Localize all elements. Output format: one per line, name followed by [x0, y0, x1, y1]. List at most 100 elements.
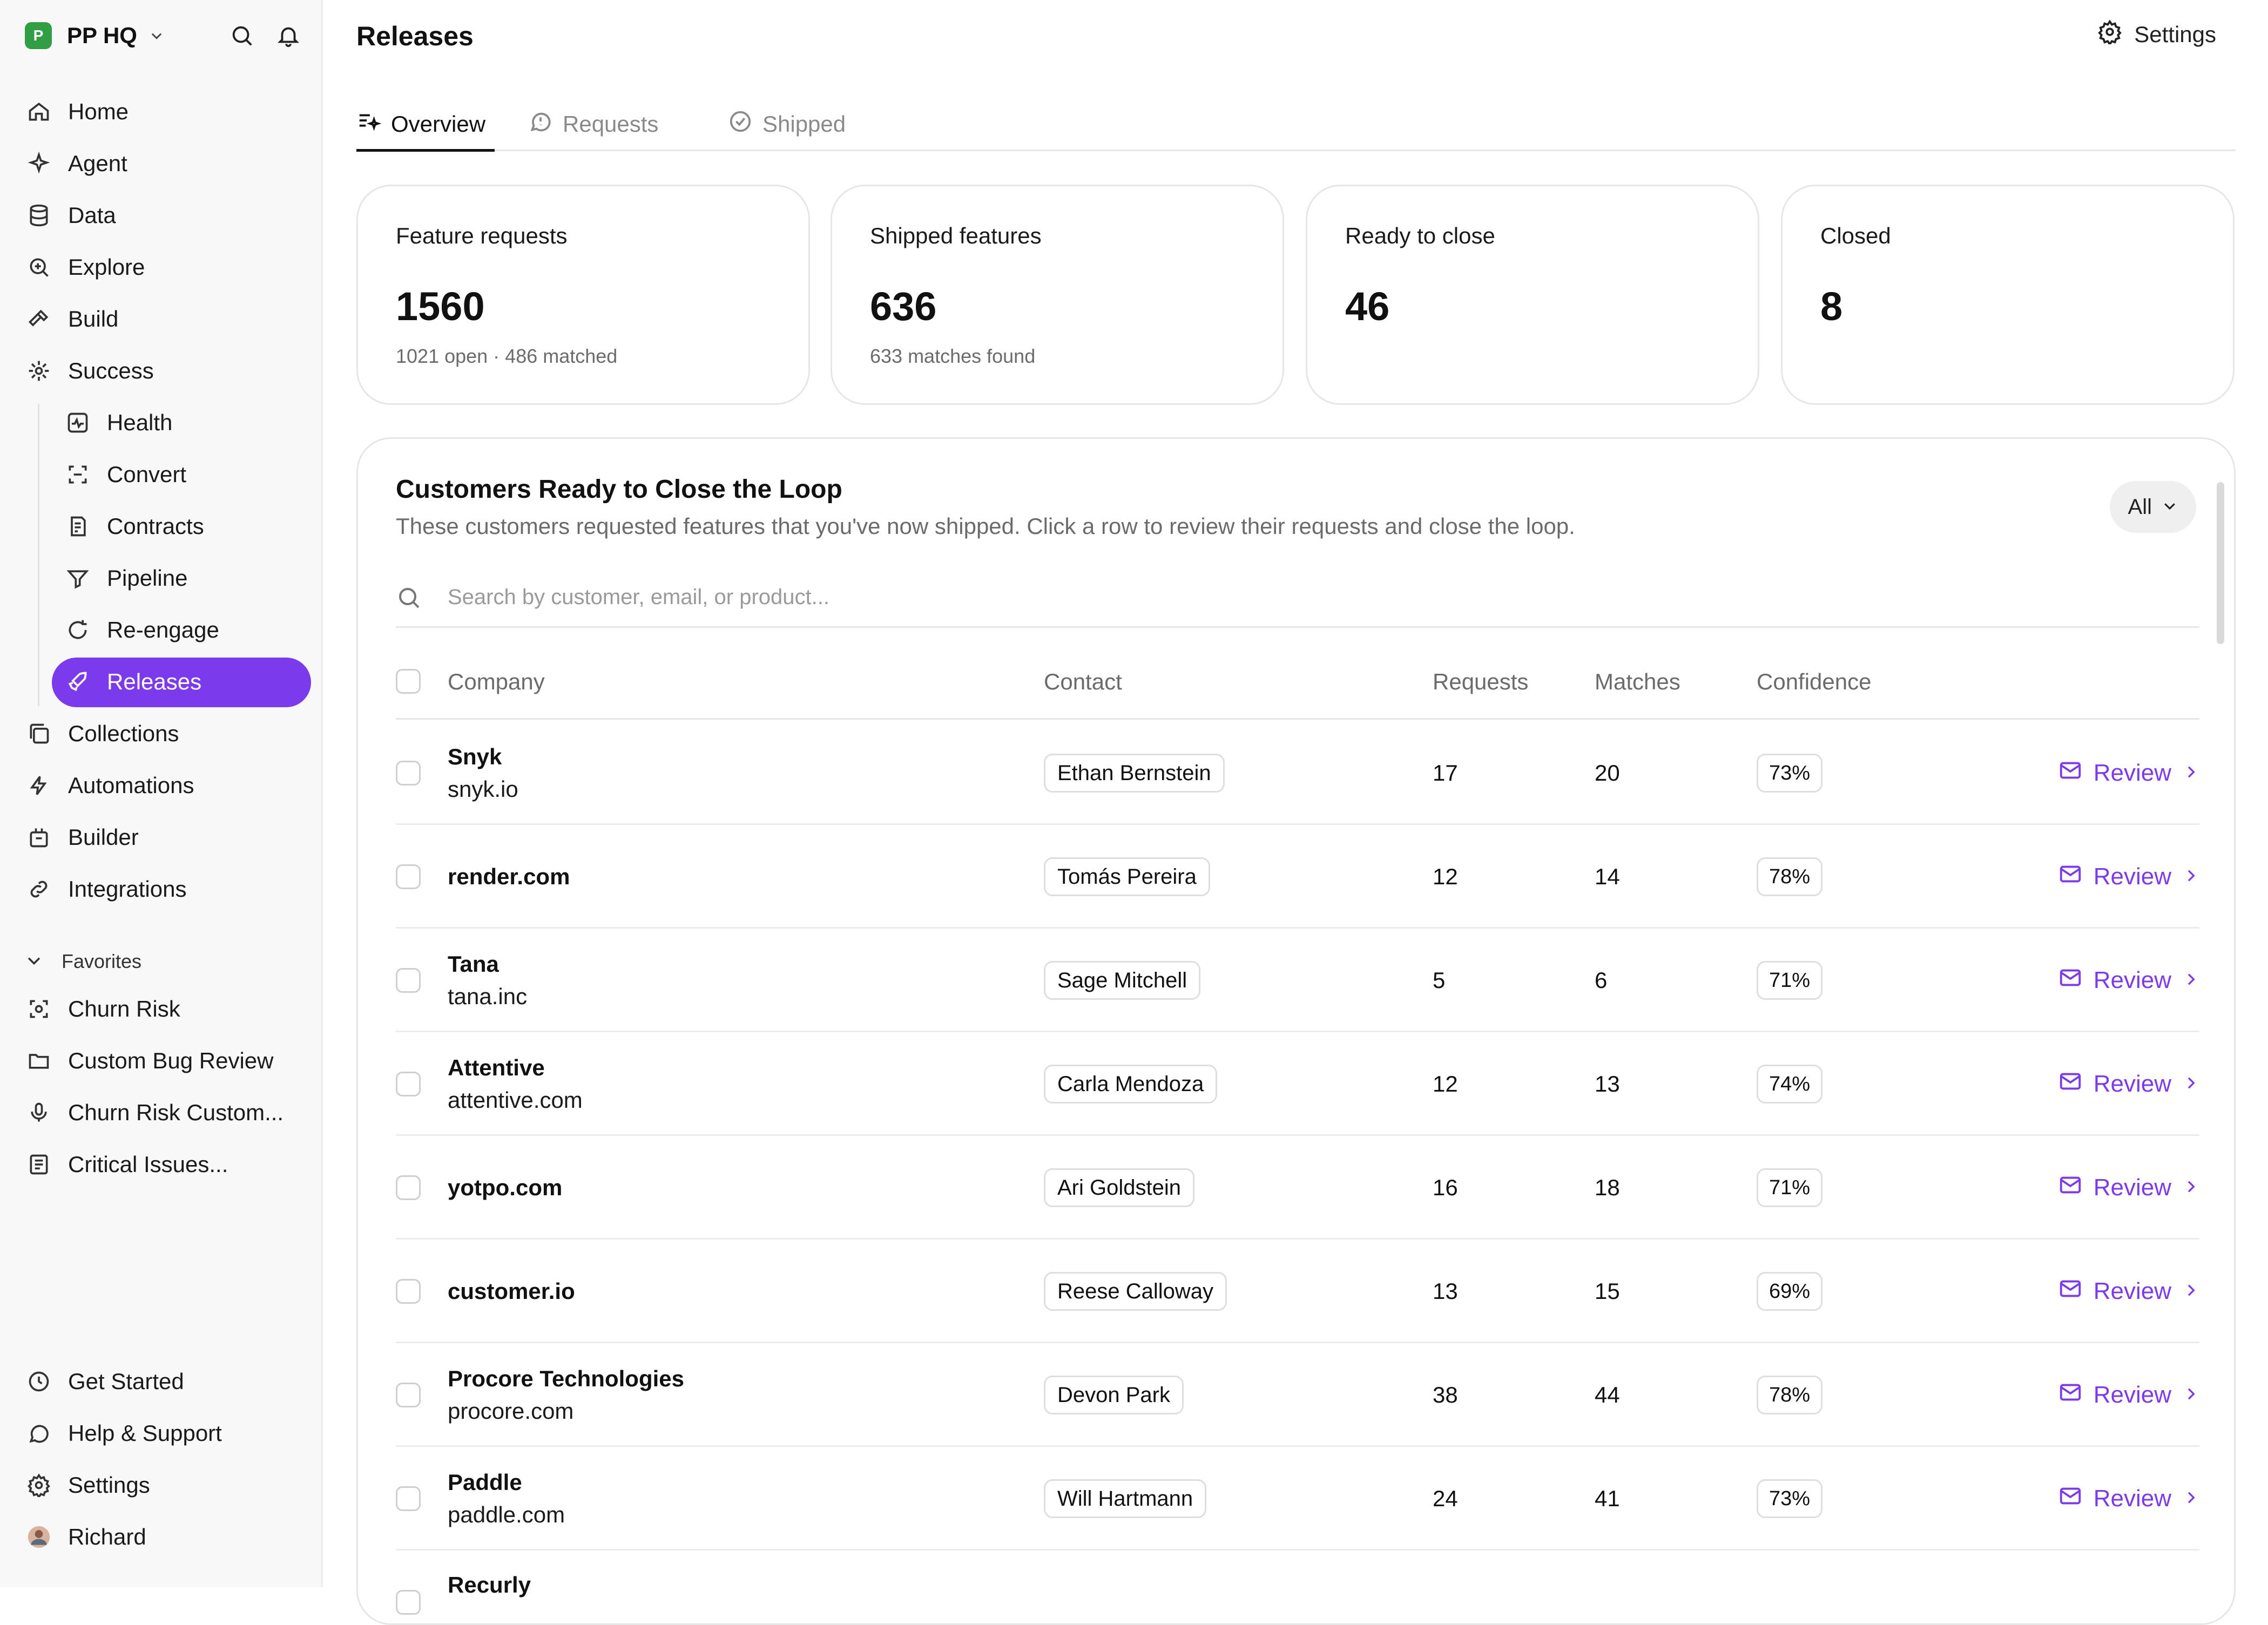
chevron-right-icon	[2182, 1278, 2199, 1305]
tab-shipped[interactable]: Shipped	[728, 97, 846, 151]
workspace-logo: P	[25, 22, 52, 49]
contact-chip[interactable]: Ari Goldstein	[1044, 1168, 1194, 1207]
tab-requests[interactable]: Requests	[528, 97, 658, 151]
confidence-badge: 73%	[1757, 754, 1823, 793]
sidebar-item-label: Home	[68, 99, 129, 124]
select-all-checkbox[interactable]	[396, 669, 421, 694]
favorites-toggle[interactable]: Favorites	[25, 948, 141, 975]
matches-count: 20	[1595, 760, 1620, 786]
sidebar-item-reengage[interactable]: Re-engage	[0, 606, 323, 654]
table-row[interactable]: render.com Tomás Pereira 12 14 78% Revie…	[396, 825, 2199, 929]
sidebar-item-agent[interactable]: Agent	[0, 139, 323, 188]
column-confidence[interactable]: Confidence	[1757, 644, 1871, 720]
row-checkbox[interactable]	[396, 1175, 421, 1200]
contact-chip[interactable]: Sage Mitchell	[1044, 961, 1201, 1000]
matches-count: 44	[1595, 1382, 1620, 1407]
contact-chip[interactable]: Carla Mendoza	[1044, 1065, 1218, 1103]
confidence-badge: 71%	[1757, 961, 1823, 1000]
sidebar: P PP HQ Home Agent Data Explore Build Su…	[0, 0, 323, 1587]
row-checkbox[interactable]	[396, 761, 421, 786]
review-button[interactable]: Review	[2058, 1136, 2199, 1240]
stat-subtext: 633 matches found	[870, 345, 1036, 367]
sidebar-item-convert[interactable]: Convert	[0, 450, 323, 499]
stat-card-ready-to-close: Ready to close 46	[1306, 185, 1759, 405]
row-checkbox[interactable]	[396, 1383, 421, 1407]
table-row[interactable]: Attentive attentive.com Carla Mendoza 12 …	[396, 1032, 2199, 1136]
contact-chip[interactable]: Reese Calloway	[1044, 1272, 1227, 1311]
scrollbar[interactable]	[2217, 482, 2224, 644]
column-matches[interactable]: Matches	[1595, 644, 1680, 720]
mail-icon	[2058, 1380, 2083, 1411]
matches-count: 41	[1595, 1486, 1620, 1511]
sidebar-item-pipeline[interactable]: Pipeline	[0, 554, 323, 602]
table-row[interactable]: Procore Technologies procore.com Devon Pa…	[396, 1343, 2199, 1447]
requests-count: 17	[1433, 760, 1458, 786]
sidebar-item-collections[interactable]: Collections	[0, 709, 323, 758]
row-checkbox[interactable]	[396, 1279, 421, 1304]
review-button[interactable]: Review	[2058, 1240, 2199, 1343]
contact-chip[interactable]: Will Hartmann	[1044, 1479, 1207, 1518]
tab-overview[interactable]: Overview	[356, 97, 485, 151]
sidebar-item-builder[interactable]: Builder	[0, 813, 323, 862]
stat-card-closed: Closed 8	[1781, 185, 2235, 405]
sidebar-item-build[interactable]: Build	[0, 295, 323, 343]
review-button[interactable]: Review	[2058, 825, 2199, 929]
table-row[interactable]: yotpo.com Ari Goldstein 16 18 71% Review	[396, 1136, 2199, 1240]
table-row[interactable]: Paddle paddle.com Will Hartmann 24 41 73%…	[396, 1447, 2199, 1550]
sidebar-item-user[interactable]: Richard	[0, 1513, 323, 1561]
confidence-badge: 74%	[1757, 1065, 1823, 1103]
review-button[interactable]: Review	[2058, 1032, 2199, 1136]
row-checkbox[interactable]	[396, 1486, 421, 1511]
contact-chip[interactable]: Devon Park	[1044, 1376, 1184, 1414]
settings-button[interactable]: Settings	[2097, 19, 2216, 50]
sidebar-item-automations[interactable]: Automations	[0, 761, 323, 810]
sidebar-item-contracts[interactable]: Contracts	[0, 502, 323, 551]
review-button[interactable]: Review	[2058, 929, 2199, 1032]
company-domain: attentive.com	[448, 1087, 583, 1113]
table-row[interactable]: Tana tana.inc Sage Mitchell 5 6 71% Revie…	[396, 929, 2199, 1032]
table-row[interactable]: customer.io Reese Calloway 13 15 69% Rev…	[396, 1240, 2199, 1343]
sidebar-item-success[interactable]: Success	[0, 347, 323, 395]
table-row[interactable]: Snyk snyk.io Ethan Bernstein 17 20 73% Re…	[396, 721, 2199, 825]
search-input[interactable]	[448, 585, 1960, 610]
sidebar-item-settings[interactable]: Settings	[0, 1461, 323, 1509]
sidebar-item-help[interactable]: Help & Support	[0, 1409, 323, 1458]
favorite-item-critical-issues[interactable]: Critical Issues...	[0, 1140, 323, 1189]
sidebar-item-data[interactable]: Data	[0, 191, 323, 240]
sidebar-item-explore[interactable]: Explore	[0, 243, 323, 292]
row-checkbox[interactable]	[396, 1590, 421, 1615]
sidebar-item-label: Health	[107, 410, 173, 435]
column-requests[interactable]: Requests	[1433, 644, 1528, 720]
search-icon[interactable]	[227, 21, 257, 51]
column-contact[interactable]: Contact	[1044, 644, 1122, 720]
row-checkbox[interactable]	[396, 1072, 421, 1096]
favorite-item-custom-bug-review[interactable]: Custom Bug Review	[0, 1037, 323, 1085]
row-checkbox[interactable]	[396, 864, 421, 889]
sidebar-item-get-started[interactable]: Get Started	[0, 1357, 323, 1406]
company-name: customer.io	[448, 1278, 575, 1304]
favorite-item-churn-risk-custom[interactable]: Churn Risk Custom...	[0, 1088, 323, 1137]
sidebar-item-health[interactable]: Health	[0, 398, 323, 447]
contact-chip[interactable]: Ethan Bernstein	[1044, 754, 1225, 793]
sidebar-item-label: Success	[68, 358, 154, 383]
sidebar-item-integrations[interactable]: Integrations	[0, 865, 323, 913]
tab-label: Overview	[391, 111, 486, 137]
confidence-badge: 69%	[1757, 1272, 1823, 1311]
sidebar-item-home[interactable]: Home	[0, 87, 323, 136]
review-button[interactable]: Review	[2058, 1447, 2199, 1550]
sidebar-item-releases[interactable]: Releases	[0, 658, 323, 706]
review-button[interactable]: Review	[2058, 1343, 2199, 1447]
row-checkbox[interactable]	[396, 968, 421, 993]
bell-icon[interactable]	[273, 21, 303, 51]
favorite-item-churn-risk[interactable]: Churn Risk	[0, 985, 323, 1033]
review-button[interactable]: Review	[2058, 721, 2199, 825]
company-name: Procore Technologies	[448, 1366, 684, 1391]
filter-dropdown[interactable]: All	[2109, 481, 2196, 533]
company-name: yotpo.com	[448, 1175, 563, 1200]
review-label: Review	[2093, 863, 2171, 890]
table-row[interactable]: Recurly	[396, 1550, 2199, 1623]
company-name: Recurly	[448, 1572, 531, 1597]
column-company[interactable]: Company	[448, 644, 545, 720]
workspace-switcher[interactable]: P PP HQ	[25, 21, 164, 51]
contact-chip[interactable]: Tomás Pereira	[1044, 857, 1210, 896]
